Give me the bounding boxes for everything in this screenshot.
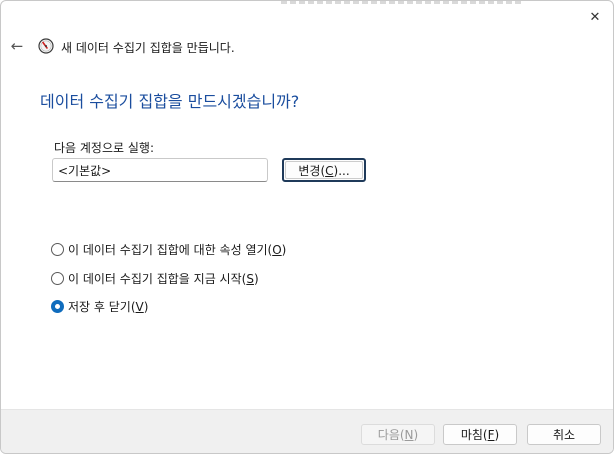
- next-button[interactable]: 다음(N): [361, 424, 435, 445]
- finish-button-label: 마침(F): [460, 428, 500, 442]
- change-button-label: 변경(C)...: [298, 163, 350, 178]
- next-button-label: 다음(N): [377, 428, 419, 442]
- create-data-collector-set-dialog: ✕ ← 새 데이터 수집기 집합을 만듭니다. 데이터 수집기 집합을 만드시겠…: [0, 0, 614, 454]
- option-label: 저장 후 닫기(V): [68, 300, 149, 314]
- change-account-button[interactable]: 변경(C)...: [282, 158, 366, 182]
- cancel-button-label: 취소: [552, 428, 576, 442]
- wizard-title: 새 데이터 수집기 집합을 만듭니다.: [61, 41, 235, 55]
- radio-save-and-close[interactable]: [51, 300, 64, 313]
- finish-button[interactable]: 마침(F): [443, 424, 517, 445]
- option-save-and-close[interactable]: 저장 후 닫기(V): [51, 298, 148, 315]
- radio-open-properties[interactable]: [51, 243, 64, 256]
- run-as-label: 다음 계정으로 실행:: [54, 141, 154, 155]
- option-start-now[interactable]: 이 데이터 수집기 집합을 지금 시작(S): [51, 270, 259, 287]
- window-title-fragment: [281, 1, 521, 4]
- performance-monitor-gauge-icon: [38, 38, 54, 54]
- close-icon: ✕: [589, 9, 601, 25]
- cancel-button[interactable]: 취소: [527, 424, 601, 445]
- run-as-account-field[interactable]: [52, 158, 268, 182]
- close-button[interactable]: ✕: [583, 7, 607, 27]
- button-bar: 다음(N) 마침(F) 취소: [1, 409, 613, 453]
- back-button[interactable]: ←: [8, 37, 26, 55]
- option-label: 이 데이터 수집기 집합에 대한 속성 열기(O): [68, 243, 287, 257]
- option-label: 이 데이터 수집기 집합을 지금 시작(S): [68, 272, 259, 286]
- option-open-properties[interactable]: 이 데이터 수집기 집합에 대한 속성 열기(O): [51, 241, 286, 258]
- radio-start-now[interactable]: [51, 272, 64, 285]
- page-heading: 데이터 수집기 집합을 만드시겠습니까?: [40, 92, 300, 111]
- back-arrow-icon: ←: [10, 37, 24, 55]
